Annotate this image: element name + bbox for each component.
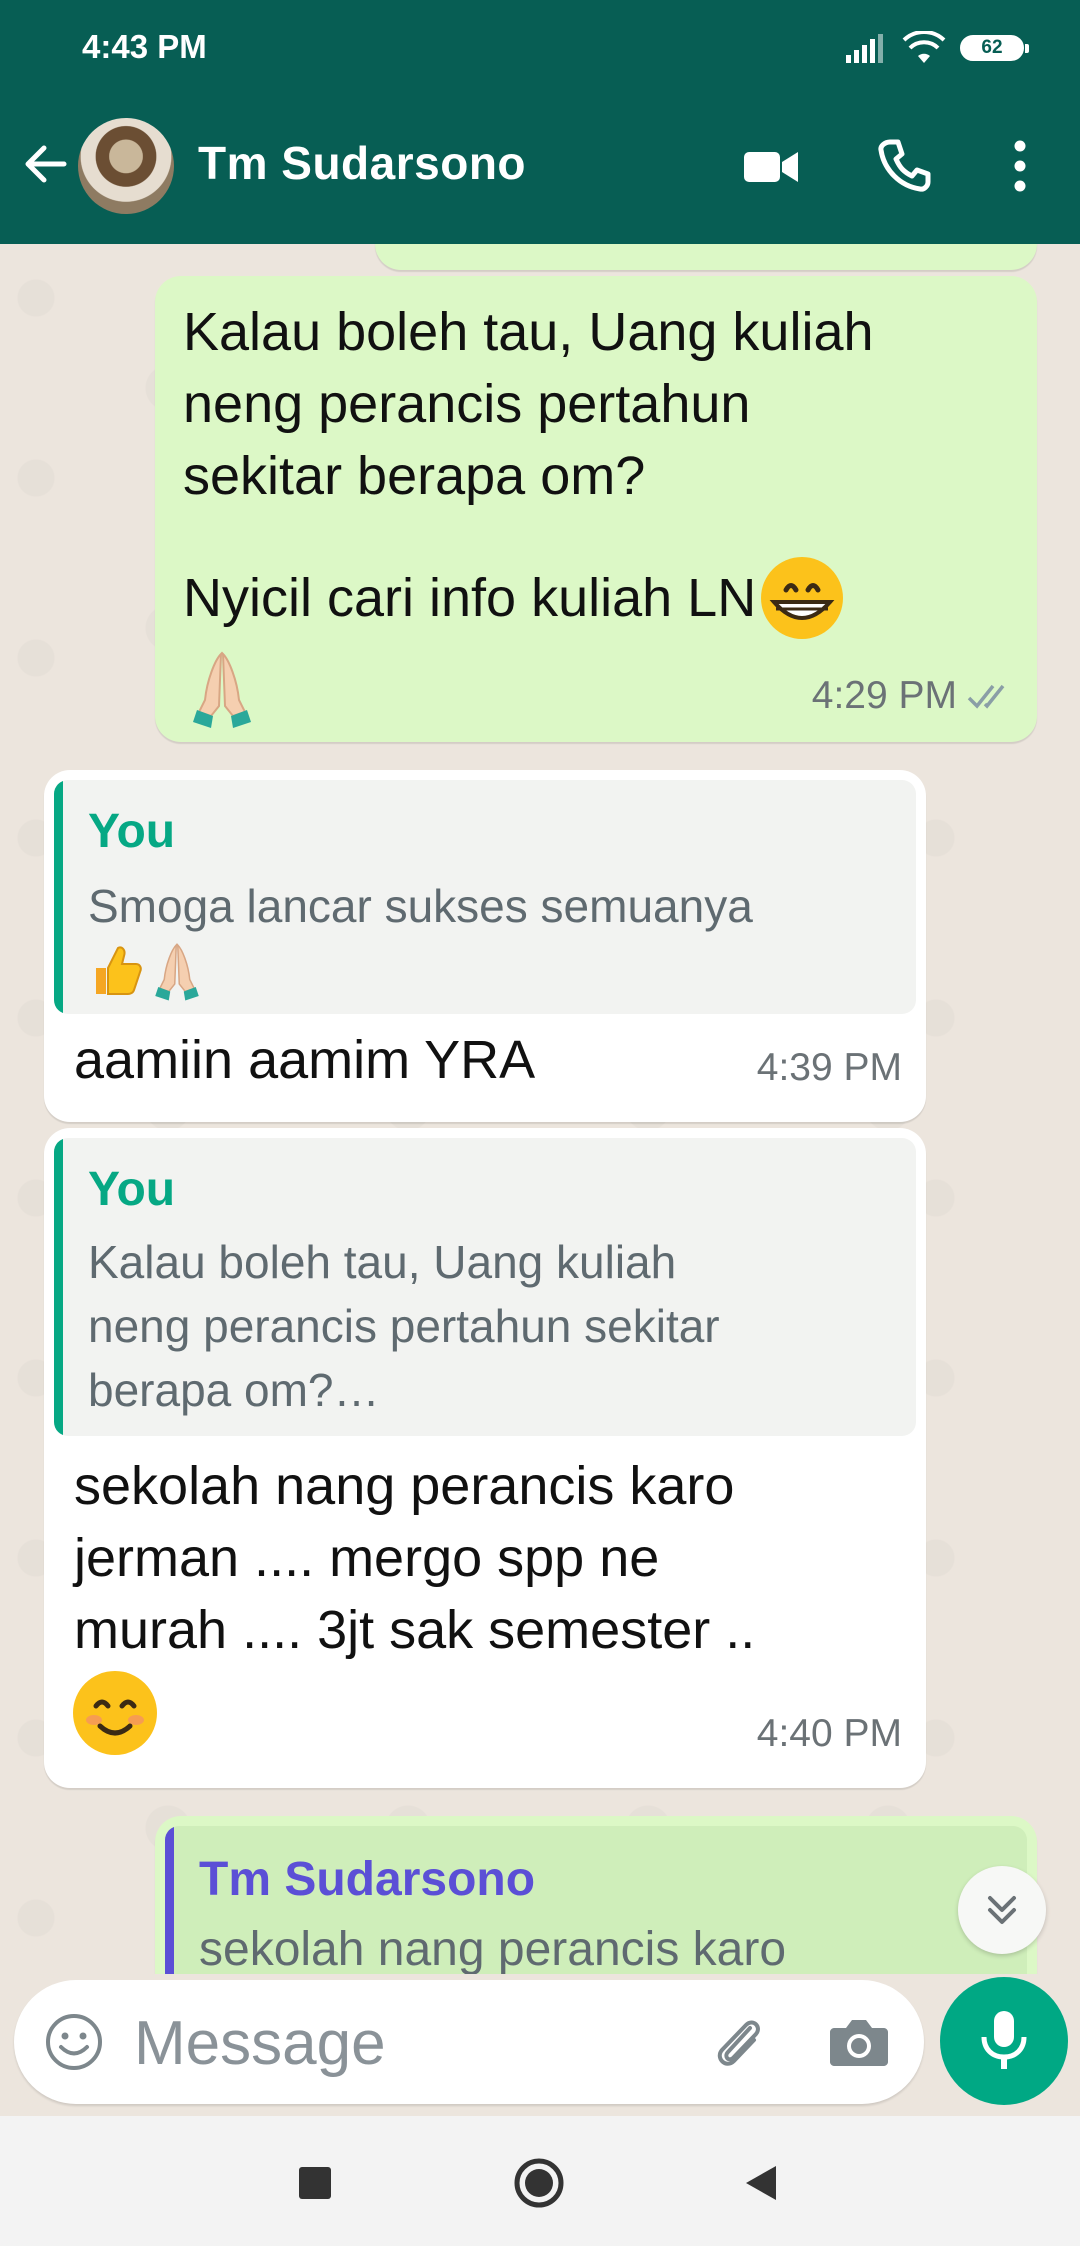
scroll-down-icon [988, 1896, 1016, 1924]
video-call-icon[interactable] [742, 138, 800, 196]
message-time: 4:39 PM [756, 1046, 902, 1089]
chat-area[interactable]: Kalau boleh tau, Uang kuliah neng peranc… [0, 244, 1080, 1974]
message-line: neng perancis pertahun [183, 374, 751, 434]
quote-author: Tm Sudarsono [199, 1853, 536, 1906]
message-line: Kalau boleh tau, Uang kuliah [183, 302, 874, 362]
quoted-message[interactable]: Tm Sudarsono sekolah nang perancis karo [165, 1826, 1027, 1974]
message-bubble-outgoing[interactable]: Kalau boleh tau, Uang kuliah neng peranc… [155, 276, 1037, 742]
battery-icon: 62 [960, 35, 1029, 61]
message-line: sekolah nang perancis karo [74, 1456, 735, 1516]
thumbs-up-emoji-icon [96, 946, 142, 995]
contact-avatar[interactable] [78, 118, 174, 214]
message-bubble-incoming[interactable]: You Kalau boleh tau, Uang kuliah neng pe… [44, 1128, 926, 1788]
folded-hands-emoji-icon [193, 651, 251, 728]
grinning-face-emoji-icon [761, 557, 844, 639]
back-arrow-icon[interactable] [18, 136, 74, 192]
quote-bar [165, 1826, 174, 1974]
quoted-message[interactable]: You Kalau boleh tau, Uang kuliah neng pe… [54, 1138, 916, 1436]
app-bar: 4:43 PM 62 Tm Sudarsono [0, 0, 1080, 244]
message-text: aamiin aamim YRA [74, 1030, 536, 1090]
more-vert-icon[interactable] [1000, 138, 1040, 194]
quote-line: berapa om?… [88, 1364, 380, 1416]
status-time: 4:43 PM [82, 28, 207, 65]
message-bubble-incoming[interactable]: You Smoga lancar sukses semuanya aamiin … [44, 770, 926, 1122]
contact-name[interactable]: Tm Sudarsono [198, 136, 526, 190]
mic-button[interactable] [940, 1977, 1068, 2105]
quote-text: sekolah nang perancis karo [199, 1923, 787, 1974]
read-ticks-icon [967, 684, 1005, 709]
signal-icon [846, 34, 883, 63]
quote-author: You [88, 1163, 176, 1216]
quote-text: Kalau boleh tau, Uang kuliah neng peranc… [88, 1230, 720, 1422]
quote-text: Smoga lancar sukses semuanya [88, 880, 753, 932]
quote-bar [54, 780, 63, 1014]
message-composer [14, 1980, 924, 2104]
camera-icon[interactable] [828, 2012, 890, 2072]
message-text: sekolah nang perancis karo jerman .... m… [74, 1450, 755, 1666]
message-time: 4:40 PM [756, 1712, 902, 1755]
attach-icon[interactable] [706, 2010, 770, 2074]
quote-emojis [88, 942, 202, 1002]
quoted-message[interactable]: You Smoga lancar sukses semuanya [54, 780, 916, 1014]
mic-icon [981, 2011, 1027, 2069]
message-line-2: Nyicil cari info kuliah LN [183, 554, 846, 642]
message-line: murah .... 3jt sak semester .. [74, 1600, 756, 1660]
message-bubble-outgoing[interactable]: Tm Sudarsono sekolah nang perancis karo [155, 1816, 1037, 1974]
message-text-2: Nyicil cari info kuliah LN [183, 568, 757, 628]
message-text: Kalau boleh tau, Uang kuliah neng peranc… [183, 296, 1003, 512]
wifi-icon [902, 31, 946, 63]
status-icons: 62 [844, 28, 1029, 68]
chat-header: Tm Sudarsono [0, 96, 1080, 244]
quote-line: Kalau boleh tau, Uang kuliah [88, 1236, 677, 1288]
system-nav-bar [0, 2116, 1080, 2246]
previous-message[interactable] [375, 244, 1037, 270]
smiling-face-emoji-icon [73, 1671, 157, 1755]
quote-line: neng perancis pertahun sekitar [88, 1300, 720, 1352]
folded-hands-emoji-icon [155, 943, 199, 1001]
message-line: jerman .... mergo spp ne [74, 1528, 660, 1588]
message-time: 4:29 PM [811, 674, 957, 717]
quote-author: You [88, 805, 176, 858]
nav-back-icon[interactable] [742, 2164, 778, 2202]
nav-square-icon[interactable] [298, 2166, 332, 2200]
scroll-down-button[interactable] [958, 1866, 1046, 1954]
nav-circle-icon[interactable] [512, 2156, 566, 2210]
message-line: sekitar berapa om? [183, 446, 646, 506]
message-input[interactable] [132, 1998, 696, 2088]
status-bar: 4:43 PM 62 [0, 0, 1080, 96]
phone-icon[interactable] [876, 138, 932, 194]
emoji-icon[interactable] [44, 2012, 104, 2072]
quote-bar [54, 1138, 63, 1436]
